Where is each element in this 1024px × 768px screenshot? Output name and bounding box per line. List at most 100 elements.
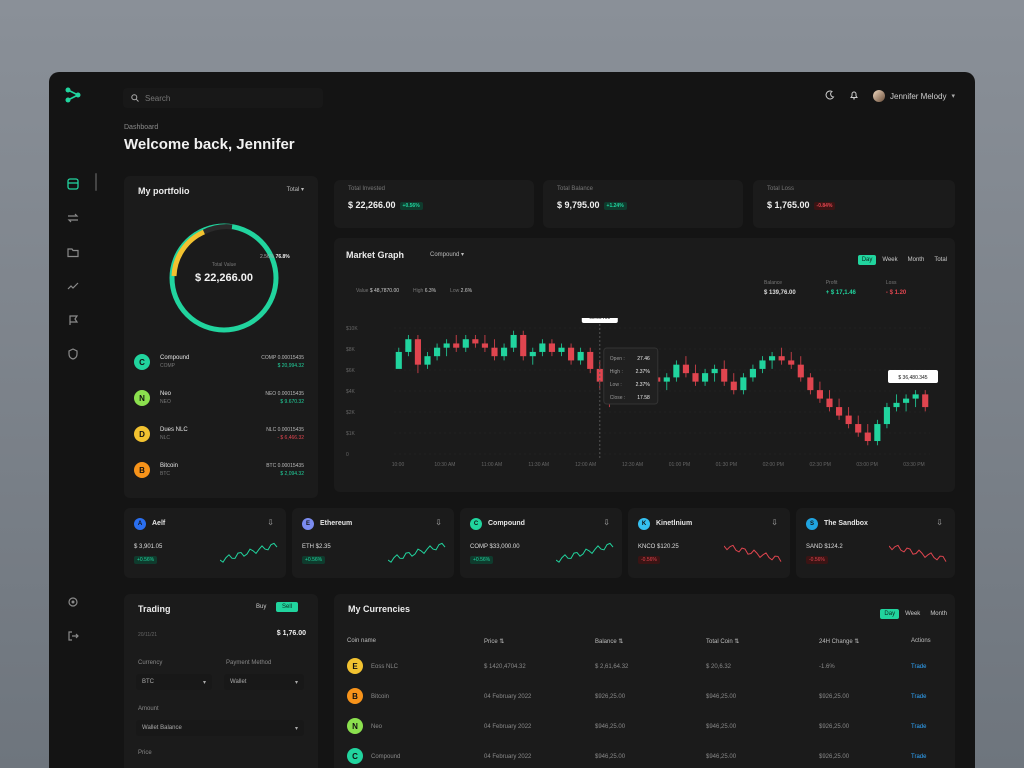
- candle-body[interactable]: [529, 351, 536, 357]
- table-header[interactable]: Balance ⇅: [595, 638, 623, 645]
- candle-body[interactable]: [702, 373, 709, 382]
- currencies-tab-day[interactable]: Day: [880, 609, 900, 619]
- candle-body[interactable]: [893, 402, 900, 408]
- exchange-icon[interactable]: [63, 208, 83, 228]
- settings-icon[interactable]: [63, 592, 83, 612]
- pin-icon[interactable]: ⇩: [603, 518, 610, 527]
- currencies-tab-month[interactable]: Month: [926, 609, 951, 619]
- moon-icon[interactable]: [825, 90, 835, 102]
- candlestick-chart[interactable]: $10K $8K $6K $4K $2K $1K 0 10:00 10:30 AM 11:00 A…: [334, 318, 955, 488]
- candle-body[interactable]: [453, 343, 460, 348]
- candle-body[interactable]: [912, 394, 919, 399]
- coin-row[interactable]: N Neo NEO NEO 0.00015435 $ 9.670.32: [134, 388, 304, 412]
- folder-icon[interactable]: [63, 242, 83, 262]
- candle-body[interactable]: [807, 377, 814, 391]
- table-row[interactable]: B Bitcoin 04 February 2022 $926,25.00 $946,2…: [49, 688, 975, 712]
- pin-icon[interactable]: ⇩: [771, 518, 778, 527]
- candle-body[interactable]: [539, 343, 546, 352]
- table-row[interactable]: N Neo 04 February 2022 $946,25.00 $946,25.00…: [49, 718, 975, 742]
- candle-body[interactable]: [596, 368, 603, 382]
- market-tab-month[interactable]: Month: [904, 255, 929, 265]
- candle-body[interactable]: [692, 373, 699, 382]
- search-input[interactable]: Search: [123, 88, 323, 108]
- candle-body[interactable]: [434, 347, 441, 357]
- candle-body[interactable]: [816, 390, 823, 399]
- trend-icon[interactable]: [63, 276, 83, 296]
- candle-body[interactable]: [520, 334, 527, 357]
- candle-body[interactable]: [730, 381, 737, 391]
- coin-row[interactable]: C Compound COMP COMP 0.00015435 $ 20,994.32: [134, 352, 304, 376]
- candle-body[interactable]: [443, 343, 450, 348]
- bell-icon[interactable]: [849, 90, 859, 102]
- candle-body[interactable]: [414, 339, 421, 365]
- candle-body[interactable]: [673, 364, 680, 378]
- candle-body[interactable]: [491, 347, 498, 357]
- candle-body[interactable]: [864, 432, 871, 442]
- coin-row[interactable]: D Dues NLC NLC NLC 0.00015435 - $ 6,466.32: [134, 424, 304, 448]
- trade-link[interactable]: Trade: [911, 724, 926, 730]
- watch-card[interactable]: S The Sandbox ⇩ SAND $124.2 -0.56%: [796, 508, 955, 578]
- watch-card[interactable]: A Aelf ⇩ $ 3,901.05 +0.56%: [124, 508, 286, 578]
- shield-icon[interactable]: [63, 344, 83, 364]
- trade-link[interactable]: Trade: [911, 754, 926, 760]
- watch-card[interactable]: C Compound ⇩ COMP $33,000.00 +0.56%: [460, 508, 622, 578]
- candle-body[interactable]: [395, 351, 402, 369]
- candle-body[interactable]: [548, 343, 555, 352]
- candle-body[interactable]: [577, 351, 584, 361]
- trade-link[interactable]: Trade: [911, 664, 926, 670]
- candle-body[interactable]: [740, 377, 747, 391]
- trade-link[interactable]: Trade: [911, 694, 926, 700]
- candle-body[interactable]: [711, 368, 718, 374]
- candle-body[interactable]: [845, 415, 852, 425]
- candle-body[interactable]: [759, 360, 766, 369]
- candle-body[interactable]: [501, 347, 508, 357]
- candle-body[interactable]: [558, 347, 565, 352]
- candle-body[interactable]: [922, 394, 929, 408]
- candle-body[interactable]: [568, 347, 575, 361]
- candle-body[interactable]: [855, 424, 862, 433]
- candle-body[interactable]: [682, 364, 689, 374]
- candle-body[interactable]: [797, 364, 804, 378]
- pin-icon[interactable]: ⇩: [936, 518, 943, 527]
- candle-body[interactable]: [587, 351, 594, 369]
- table-header[interactable]: Total Coin ⇅: [706, 638, 739, 645]
- candle-body[interactable]: [874, 424, 881, 442]
- watch-card[interactable]: E Ethereum ⇩ ETH $2.35 +0.56%: [292, 508, 454, 578]
- table-row[interactable]: C Compound 04 February 2022 $946,25.00 $946,…: [49, 748, 975, 768]
- watch-card[interactable]: K Kinetlnium ⇩ KNCO $120.25 -0.56%: [628, 508, 790, 578]
- candle-body[interactable]: [405, 339, 412, 352]
- candle-body[interactable]: [769, 356, 776, 361]
- flag-icon[interactable]: [63, 310, 83, 330]
- user-menu[interactable]: Jennifer Melody ▾: [873, 90, 955, 102]
- candle-body[interactable]: [481, 343, 488, 348]
- candle-body[interactable]: [424, 356, 431, 365]
- pin-icon[interactable]: ⇩: [267, 518, 274, 527]
- candle-body[interactable]: [749, 368, 756, 378]
- table-header[interactable]: 24H Change ⇅: [819, 638, 859, 645]
- market-tab-day[interactable]: Day: [857, 255, 877, 265]
- candle-body[interactable]: [836, 407, 843, 416]
- app-logo-icon[interactable]: [64, 86, 82, 110]
- market-coin-select[interactable]: Compound ▾: [430, 251, 464, 258]
- dashboard-icon[interactable]: [63, 174, 83, 194]
- table-row[interactable]: E Eoss NLC $ 1420,4704.32 $ 2,61,64.32 $ 20,…: [49, 658, 975, 682]
- coin-row[interactable]: B Bitcoin BTC BTC 0.00015435 $ 2,094.32: [134, 460, 304, 484]
- candle-body[interactable]: [826, 398, 833, 408]
- market-tab-week[interactable]: Week: [878, 255, 901, 265]
- buy-tab[interactable]: Buy: [256, 604, 266, 610]
- candle-body[interactable]: [472, 339, 479, 344]
- table-header[interactable]: Price ⇅: [484, 638, 504, 645]
- pin-icon[interactable]: ⇩: [435, 518, 442, 527]
- candle-body[interactable]: [903, 398, 910, 403]
- candle-body[interactable]: [663, 377, 670, 382]
- logout-icon[interactable]: [63, 626, 83, 646]
- candle-body[interactable]: [510, 334, 517, 348]
- candle-body[interactable]: [778, 356, 785, 361]
- sell-tab[interactable]: Sell: [276, 602, 299, 612]
- market-tab-total[interactable]: Total: [930, 255, 951, 265]
- portfolio-filter[interactable]: Total ▾: [287, 186, 304, 193]
- candle-body[interactable]: [721, 368, 728, 382]
- candle-body[interactable]: [788, 360, 795, 365]
- candle-body[interactable]: [462, 339, 469, 348]
- currencies-tab-week[interactable]: Week: [901, 609, 924, 619]
